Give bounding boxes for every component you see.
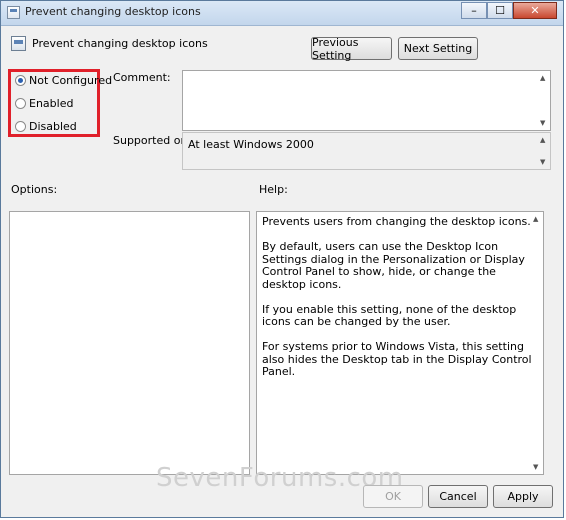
cancel-button[interactable]: Cancel: [428, 485, 488, 508]
help-text: Prevents users from changing the desktop…: [262, 215, 542, 391]
radio-indicator: [15, 121, 26, 132]
apply-button[interactable]: Apply: [493, 485, 553, 508]
help-paragraph: For systems prior to Windows Vista, this…: [262, 340, 532, 378]
help-label: Help:: [259, 183, 288, 196]
radio-label: Not Configured: [29, 74, 113, 87]
comment-field[interactable]: ▲ ▼: [182, 70, 551, 131]
radio-enabled[interactable]: Enabled: [15, 97, 73, 110]
help-paragraph: By default, users can use the Desktop Ic…: [262, 240, 525, 291]
caption-buttons: – ☐ ✕: [461, 2, 557, 19]
comment-label: Comment:: [113, 71, 171, 84]
options-panel: [9, 211, 250, 475]
close-button[interactable]: ✕: [513, 2, 557, 19]
help-paragraph: Prevents users from changing the desktop…: [262, 215, 531, 228]
setting-icon: [11, 36, 26, 51]
scroll-down-icon[interactable]: ▼: [540, 158, 545, 166]
minimize-button[interactable]: –: [461, 2, 487, 19]
radio-indicator: [15, 75, 26, 86]
title-bar[interactable]: Prevent changing desktop icons – ☐ ✕: [1, 1, 563, 26]
window-title: Prevent changing desktop icons: [25, 5, 201, 18]
help-paragraph: If you enable this setting, none of the …: [262, 302, 517, 328]
options-label: Options:: [11, 183, 58, 196]
comment-scrollbar[interactable]: ▲ ▼: [538, 71, 550, 130]
maximize-button[interactable]: ☐: [487, 2, 513, 19]
policy-icon: [7, 6, 20, 19]
scroll-down-icon[interactable]: ▼: [540, 119, 545, 127]
scroll-up-icon[interactable]: ▲: [540, 74, 545, 82]
scroll-up-icon[interactable]: ▲: [533, 215, 538, 223]
radio-disabled[interactable]: Disabled: [15, 120, 77, 133]
radio-not-configured[interactable]: Not Configured: [15, 74, 112, 87]
radio-label: Enabled: [29, 97, 74, 110]
supported-scrollbar[interactable]: ▲ ▼: [538, 133, 550, 169]
supported-on-value: At least Windows 2000: [188, 138, 314, 151]
ok-button[interactable]: OK: [363, 485, 423, 508]
radio-label: Disabled: [29, 120, 77, 133]
help-scrollbar[interactable]: ▲ ▼: [531, 212, 543, 474]
scroll-down-icon[interactable]: ▼: [533, 463, 538, 471]
help-panel: Prevents users from changing the desktop…: [256, 211, 544, 475]
dialog-window: Prevent changing desktop icons – ☐ ✕ Pre…: [0, 0, 564, 518]
setting-title: Prevent changing desktop icons: [32, 37, 208, 50]
supported-on-field: At least Windows 2000 ▲ ▼: [182, 132, 551, 170]
supported-on-label: Supported on:: [113, 134, 192, 147]
radio-indicator: [15, 98, 26, 109]
previous-setting-button[interactable]: Previous Setting: [311, 36, 392, 62]
next-setting-button[interactable]: Next Setting: [398, 37, 478, 60]
scroll-up-icon[interactable]: ▲: [540, 136, 545, 144]
